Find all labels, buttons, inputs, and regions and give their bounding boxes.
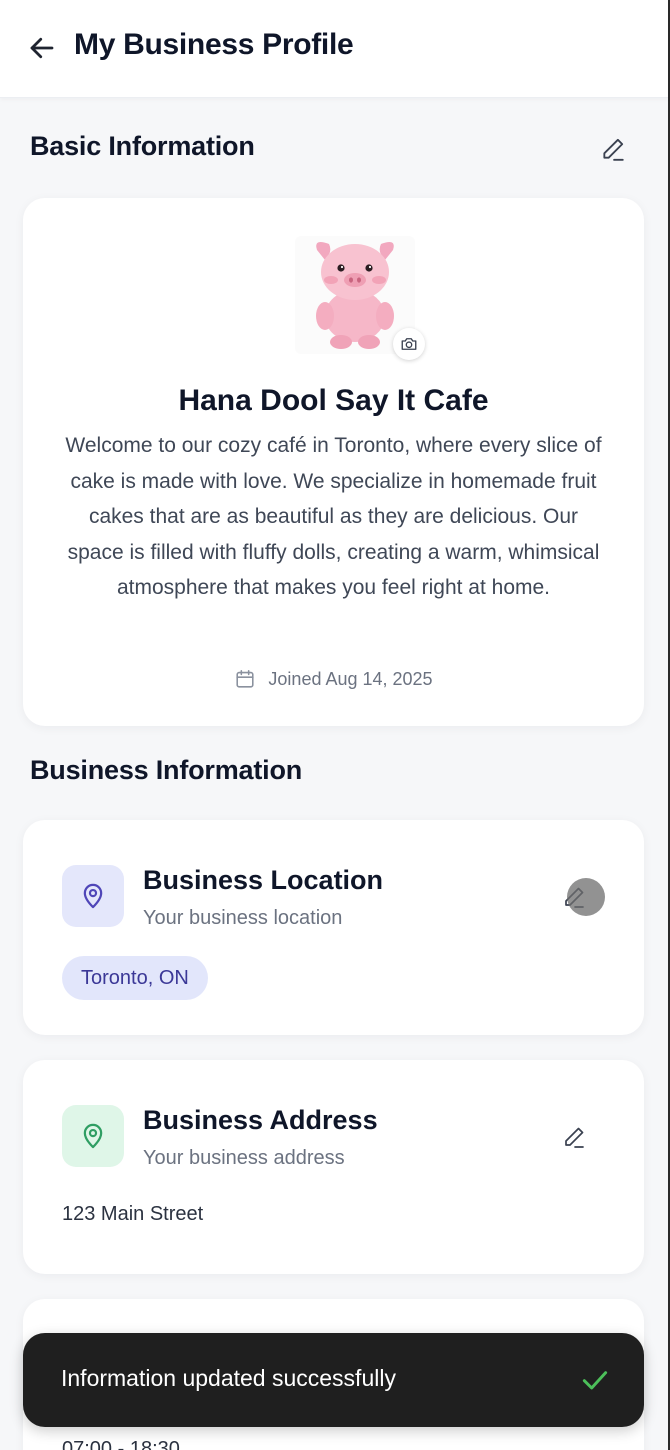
calendar-icon [236, 669, 254, 688]
map-pin-icon [83, 883, 103, 909]
joined-date: Joined Aug 14, 2025 [23, 668, 644, 690]
business-location-card: Business Location Your business location… [23, 820, 644, 1035]
edit-basic-info-button[interactable] [596, 132, 630, 166]
business-name: Hana Dool Say It Cafe [178, 384, 489, 417]
address-subtitle: Your business address [143, 1147, 345, 1169]
basic-info-card: Hana Dool Say It Cafe Welcome to our coz… [23, 198, 644, 726]
location-chip: Toronto, ON [62, 956, 208, 1000]
page-title: My Business Profile [74, 28, 354, 61]
location-icon-box [62, 865, 124, 927]
hours-value: 07:00 - 18:30 [62, 1438, 180, 1450]
pencil-icon [565, 1127, 584, 1148]
location-title: Business Location [143, 865, 384, 895]
avatar [293, 236, 425, 360]
back-button[interactable] [24, 30, 60, 66]
change-photo-button[interactable] [393, 328, 425, 360]
pencil-icon [603, 138, 624, 161]
business-address-card: Business Address Your business address 1… [23, 1060, 644, 1274]
address-icon-box [62, 1105, 124, 1167]
toast-message: Information updated successfully [61, 1365, 396, 1391]
edit-address-button[interactable] [557, 1120, 591, 1154]
success-toast: Information updated successfully [23, 1333, 644, 1427]
check-icon [582, 1371, 608, 1390]
address-title: Business Address [143, 1105, 378, 1135]
touch-indicator [567, 878, 605, 916]
camera-icon [401, 338, 417, 350]
joined-text: Joined Aug 14, 2025 [268, 668, 433, 689]
location-subtitle: Your business location [143, 907, 343, 929]
app-header: My Business Profile [0, 0, 668, 98]
business-description: Welcome to our cozy café in Toronto, whe… [65, 434, 602, 600]
address-value: 123 Main Street [62, 1203, 204, 1225]
business-info-heading: Business Information [30, 755, 303, 785]
basic-info-heading: Basic Information [30, 131, 255, 161]
arrow-left-icon [30, 37, 54, 59]
map-pin-icon [83, 1123, 103, 1149]
